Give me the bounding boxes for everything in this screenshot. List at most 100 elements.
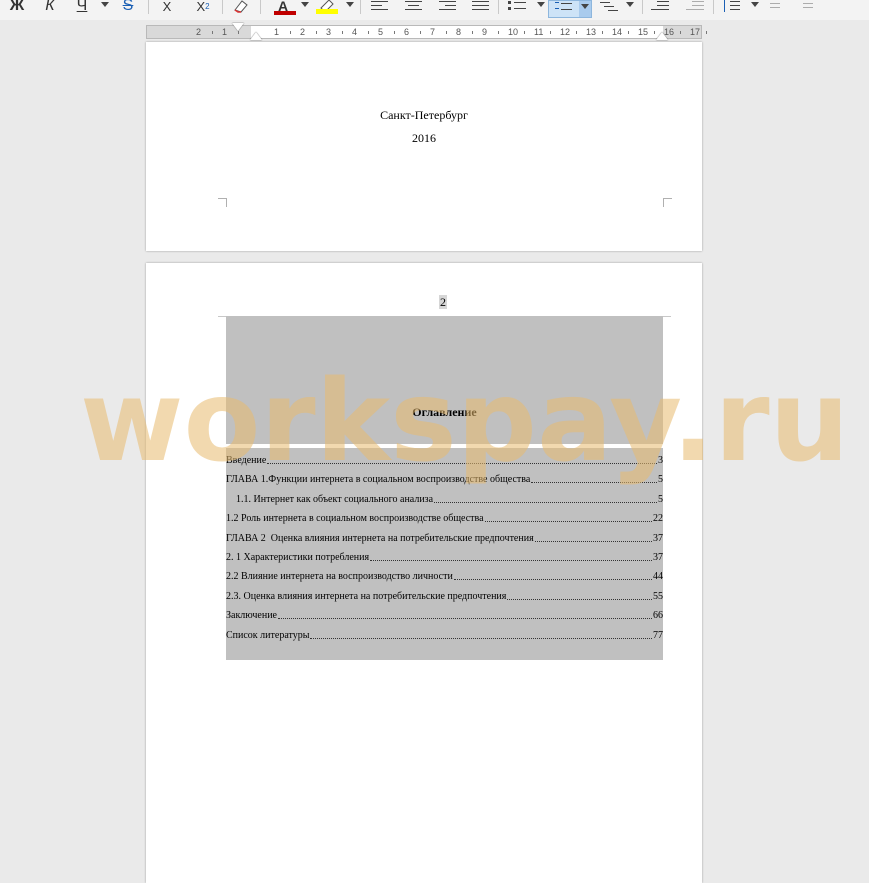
- toc-entry-title: Введение: [226, 455, 267, 466]
- toc-entry[interactable]: 1.2 Роль интернета в социальном воспроиз…: [226, 511, 663, 525]
- numbered-list-icon: [555, 1, 573, 15]
- ruler-tick: [342, 31, 343, 34]
- font-color-icon: A: [273, 0, 296, 15]
- crop-mark: [663, 198, 672, 207]
- horizontal-ruler[interactable]: 2 1 1 2 3 4 5 6 7 8 9 10 11 12 13 14 15 16 17: [146, 25, 707, 39]
- toc-entry[interactable]: ГЛАВА 1.Функции интернета в социальном в…: [226, 472, 663, 486]
- ruler-number: 9: [482, 27, 488, 37]
- ruler-number: 1: [222, 27, 228, 37]
- toc-leader-dots: [370, 560, 652, 561]
- toc-entry[interactable]: 2.2 Влияние интернета на воспроизводство…: [226, 569, 663, 583]
- toc-entry-title: 1.2 Роль интернета в социальном воспроиз…: [226, 513, 484, 525]
- ruler-number: 3: [326, 27, 332, 37]
- toc-leader-dots: [531, 482, 657, 484]
- align-center-icon[interactable]: [405, 0, 423, 14]
- numbered-list-button[interactable]: [548, 0, 592, 18]
- space-above-icon[interactable]: [770, 0, 788, 14]
- font-color-button[interactable]: A: [270, 0, 296, 15]
- bullet-list-icon[interactable]: [508, 0, 526, 14]
- toolbar-separator: [713, 0, 714, 14]
- title-city: Санкт-Петербург: [380, 108, 468, 122]
- line-spacing-dropdown-icon[interactable]: [750, 0, 760, 12]
- ruler-tick: [524, 31, 525, 34]
- toc-entry-title: ГЛАВА 2 Оценка влияния интернета на потр…: [226, 532, 534, 544]
- bold-button[interactable]: Ж: [8, 0, 26, 15]
- ruler-number: 6: [404, 27, 410, 37]
- page-1[interactable]: Санкт-Петербург 2016: [146, 42, 702, 251]
- toc-entry-title: Список литературы: [226, 629, 310, 641]
- ruler-number: 7: [430, 27, 436, 37]
- toc-entry-page: 5: [658, 474, 663, 486]
- ruler-number: 8: [456, 27, 462, 37]
- ruler-number: 10: [508, 27, 519, 37]
- ruler-number: 17: [690, 27, 701, 37]
- toc-entry-title: 2.2 Влияние интернета на воспроизводство…: [226, 571, 453, 583]
- toc-entry[interactable]: 1.1. Интернет как объект социального ана…: [226, 492, 663, 506]
- ruler-tick: [446, 31, 447, 34]
- toc-entry[interactable]: Заключение 66: [226, 608, 663, 622]
- toolbar-separator: [222, 0, 223, 14]
- line-spacing-icon[interactable]: [722, 0, 740, 14]
- superscript-button[interactable]: X: [160, 0, 174, 15]
- toc-entry[interactable]: Список литературы 77: [226, 628, 663, 642]
- first-line-indent-marker[interactable]: [232, 23, 244, 31]
- ruler-number: 4: [352, 27, 358, 37]
- underline-dropdown-icon[interactable]: [100, 0, 110, 12]
- highlighter-icon: [316, 0, 338, 14]
- clear-formatting-icon[interactable]: [230, 0, 252, 15]
- toc-entry[interactable]: Введение 3: [226, 453, 663, 467]
- table-of-contents[interactable]: Оглавление Введение 3 ГЛАВА 1.Функции инте…: [226, 316, 663, 660]
- bullet-list-dropdown-icon[interactable]: [536, 0, 546, 12]
- ruler-tick: [576, 31, 577, 34]
- toc-title: Оглавление: [412, 405, 477, 419]
- toc-entry[interactable]: 2. 1 Характеристики потребления 37: [226, 550, 663, 564]
- ruler-tick: [472, 31, 473, 34]
- underline-button[interactable]: Ч: [74, 0, 90, 15]
- toc-entry-title: Заключение: [226, 610, 277, 622]
- toc-leader-dots: [484, 521, 652, 523]
- ruler-tick: [706, 31, 707, 34]
- highlight-button[interactable]: [314, 0, 340, 15]
- ruler-tick: [420, 31, 421, 34]
- font-color-dropdown-icon[interactable]: [300, 0, 310, 12]
- toc-entry[interactable]: ГЛАВА 2 Оценка влияния интернета на потр…: [226, 531, 663, 545]
- toc-entry-page: 5: [658, 493, 663, 505]
- toolbar-separator: [360, 0, 361, 14]
- increase-indent-icon[interactable]: [651, 0, 669, 14]
- strikethrough-button[interactable]: S: [120, 0, 136, 15]
- align-left-icon[interactable]: [371, 0, 389, 14]
- ruler-tick: [290, 31, 291, 34]
- align-justify-icon[interactable]: [472, 0, 490, 14]
- section-break-strip: [226, 444, 663, 448]
- outline-list-icon[interactable]: [600, 0, 618, 14]
- header-page-number: 2: [439, 295, 447, 309]
- toc-entry-title: 2. 1 Характеристики потребления: [226, 552, 370, 563]
- highlight-dropdown-icon[interactable]: [345, 0, 355, 12]
- ruler-number: 1: [274, 27, 280, 37]
- toc-entry-title: 1.1. Интернет как объект социального ана…: [236, 493, 434, 505]
- italic-button[interactable]: К: [42, 0, 58, 15]
- ruler-number: 15: [638, 27, 649, 37]
- toc-leader-dots: [267, 463, 657, 464]
- decrease-indent-icon[interactable]: [686, 0, 704, 14]
- toc-entry[interactable]: 2.3. Оценка влияния интернета на потреби…: [226, 589, 663, 603]
- toolbar-separator: [498, 0, 499, 14]
- ruler-tick: [238, 31, 239, 34]
- toc-leader-dots: [310, 637, 652, 639]
- right-indent-marker[interactable]: [656, 32, 668, 40]
- left-indent-marker[interactable]: [250, 32, 262, 40]
- ruler-number: 14: [612, 27, 623, 37]
- toc-leader-dots: [434, 501, 657, 503]
- outline-list-dropdown-icon[interactable]: [625, 0, 635, 12]
- numbered-list-dropdown-icon[interactable]: [579, 1, 591, 17]
- header-crop-mark: [663, 316, 671, 317]
- toc-entry-title: 2.3. Оценка влияния интернета на потреби…: [226, 590, 507, 602]
- subscript-button[interactable]: X2: [192, 0, 214, 15]
- ruler-tick: [394, 31, 395, 34]
- ruler-tick: [550, 31, 551, 34]
- ruler-tick: [628, 31, 629, 34]
- space-below-icon[interactable]: [803, 0, 821, 14]
- page-2[interactable]: 2 Оглавление Введение 3 ГЛАВА 1.Функции ин…: [146, 263, 702, 883]
- toc-entry-page: 66: [653, 610, 663, 622]
- align-right-icon[interactable]: [439, 0, 457, 14]
